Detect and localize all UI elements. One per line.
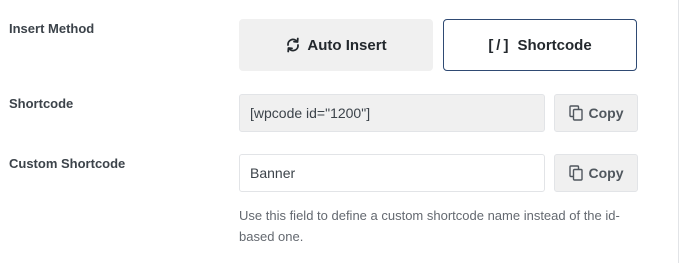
custom-shortcode-label: Custom Shortcode — [9, 156, 126, 171]
shortcode-field[interactable]: [wpcode id="1200"] — [239, 94, 545, 132]
custom-shortcode-input[interactable] — [239, 154, 545, 192]
auto-insert-button[interactable]: Auto Insert — [239, 19, 433, 71]
copy-shortcode-button[interactable]: Copy — [554, 94, 638, 132]
copy-custom-shortcode-label: Copy — [588, 165, 624, 181]
shortcode-label: Shortcode — [9, 96, 74, 111]
shortcode-method-button[interactable]: [/] Shortcode — [443, 19, 637, 71]
copy-icon — [568, 105, 583, 121]
copy-icon — [568, 165, 583, 181]
copy-custom-shortcode-button[interactable]: Copy — [554, 154, 638, 192]
shortcode-icon: [/] — [488, 36, 512, 54]
copy-shortcode-label: Copy — [588, 105, 624, 121]
shortcode-method-label: Shortcode — [517, 36, 592, 54]
refresh-icon — [287, 37, 300, 53]
auto-insert-label: Auto Insert — [307, 36, 387, 54]
insert-method-label: Insert Method — [9, 21, 95, 36]
custom-shortcode-help-text: Use this field to define a custom shortc… — [239, 208, 620, 244]
insert-method-panel: Insert Method Auto Insert [/] Shortcode … — [0, 0, 679, 263]
